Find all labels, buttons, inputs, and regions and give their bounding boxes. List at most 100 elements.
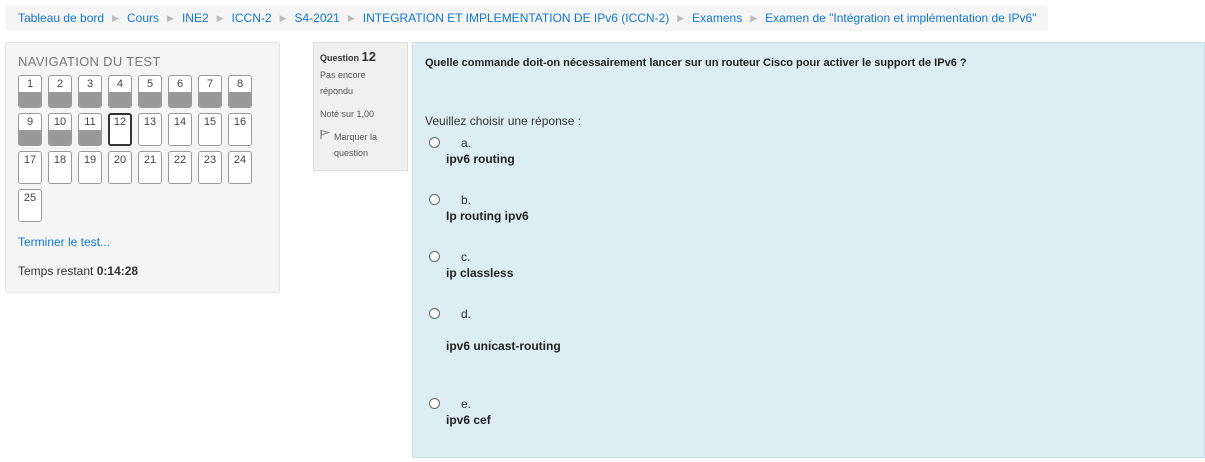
question-nav-number: 8 xyxy=(236,78,244,90)
question-nav-button[interactable]: 10 xyxy=(48,113,72,146)
question-text: Quelle commande doit-on nécessairement l… xyxy=(425,57,967,69)
question-nav-number: 16 xyxy=(233,116,247,128)
answer-letter: d. xyxy=(461,307,472,321)
question-nav-number: 14 xyxy=(173,116,187,128)
question-nav-status xyxy=(139,168,161,183)
question-nav-button[interactable]: 13 xyxy=(138,113,162,146)
question-number-value: 12 xyxy=(361,49,376,64)
question-nav-number: 3 xyxy=(86,78,94,90)
question-nav-button[interactable]: 19 xyxy=(78,151,102,184)
flag-icon xyxy=(320,129,334,161)
breadcrumb-separator-icon: ▶ xyxy=(112,12,119,23)
breadcrumb-item-course[interactable]: INTEGRATION ET IMPLEMENTATION DE IPv6 (I… xyxy=(363,11,669,25)
answer-radio[interactable] xyxy=(429,137,440,148)
question-nav-button[interactable]: 14 xyxy=(168,113,192,146)
answer-text[interactable]: ipv6 routing xyxy=(446,152,515,166)
question-content: Quelle commande doit-on nécessairement l… xyxy=(412,42,1205,458)
question-nav-button[interactable]: 9 xyxy=(18,113,42,146)
question-nav-status xyxy=(229,130,251,145)
question-nav-status xyxy=(79,92,101,107)
question-nav-button[interactable]: 5 xyxy=(138,75,162,108)
question-nav-button[interactable]: 18 xyxy=(48,151,72,184)
question-label: Question xyxy=(320,53,360,63)
question-nav-button[interactable]: 6 xyxy=(168,75,192,108)
answer-radio[interactable] xyxy=(429,251,440,262)
question-info: Question 12 Pas encore répondu Noté sur … xyxy=(313,42,408,171)
question-nav-status xyxy=(49,92,71,107)
question-nav-status xyxy=(229,92,251,107)
answer-text[interactable]: Ip routing ipv6 xyxy=(446,209,529,223)
question-nav-number: 19 xyxy=(83,154,97,166)
question-nav-number: 15 xyxy=(203,116,217,128)
question-nav-status xyxy=(139,92,161,107)
question-nav-status xyxy=(19,92,41,107)
answer-letter: a. xyxy=(461,136,472,150)
question-nav-button[interactable]: 22 xyxy=(168,151,192,184)
question-nav-status xyxy=(199,92,221,107)
question-nav-status xyxy=(79,130,101,145)
question-nav-number: 10 xyxy=(53,116,67,128)
question-nav-status xyxy=(169,92,191,107)
breadcrumb-separator-icon: ▶ xyxy=(347,12,355,23)
breadcrumb-item-courses[interactable]: Cours xyxy=(127,11,159,25)
question-nav-status xyxy=(79,168,101,183)
question-nav-number: 1 xyxy=(26,78,34,90)
question-nav-button[interactable]: 16 xyxy=(228,113,252,146)
flag-question-toggle[interactable]: Marquer la question xyxy=(320,129,401,161)
question-nav-number: 18 xyxy=(53,154,67,166)
question-nav-button[interactable]: 8 xyxy=(228,75,252,108)
flag-question-label: Marquer la question xyxy=(334,132,378,158)
question-nav-number: 11 xyxy=(84,116,96,128)
question-nav-status xyxy=(199,130,221,145)
question-nav-button[interactable]: 11 xyxy=(78,113,102,146)
question-nav-button[interactable]: 17 xyxy=(18,151,42,184)
answer-text[interactable]: ipv6 cef xyxy=(446,413,491,427)
time-remaining-label: Temps restant xyxy=(18,264,94,278)
question-nav-button[interactable]: 25 xyxy=(18,189,42,222)
question-nav-number: 25 xyxy=(23,192,37,204)
finish-attempt-link[interactable]: Terminer le test... xyxy=(18,235,110,249)
answer-text[interactable]: ipv6 unicast-routing xyxy=(446,339,561,353)
breadcrumb-item-dashboard[interactable]: Tableau de bord xyxy=(18,11,104,25)
answer-radio[interactable] xyxy=(429,194,440,205)
question-nav-status xyxy=(49,168,71,183)
question-nav-number: 17 xyxy=(23,154,37,166)
question-nav-status xyxy=(109,168,131,183)
question-nav-status xyxy=(229,168,251,183)
answer-radio[interactable] xyxy=(429,398,440,409)
question-nav-button[interactable]: 1 xyxy=(18,75,42,108)
answer-text[interactable]: ip classless xyxy=(446,266,513,280)
question-nav-number: 7 xyxy=(206,78,214,90)
breadcrumb-item-iccn2[interactable]: ICCN-2 xyxy=(232,11,272,25)
question-state: Pas encore répondu xyxy=(320,70,366,96)
question-nav-button[interactable]: 4 xyxy=(108,75,132,108)
question-nav-button[interactable]: 23 xyxy=(198,151,222,184)
question-nav-number: 20 xyxy=(113,154,127,166)
breadcrumb-item-ine2[interactable]: INE2 xyxy=(182,11,209,25)
question-nav-button[interactable]: 20 xyxy=(108,151,132,184)
breadcrumb-separator-icon: ▶ xyxy=(677,12,685,23)
breadcrumb-item-exams[interactable]: Examens xyxy=(692,11,742,25)
question-nav-button[interactable]: 15 xyxy=(198,113,222,146)
breadcrumb-item-semester[interactable]: S4-2021 xyxy=(294,11,339,25)
answer-radio[interactable] xyxy=(429,308,440,319)
breadcrumb-separator-icon: ▶ xyxy=(167,12,174,23)
breadcrumb-item-exam[interactable]: Examen de "Intégration et implémentation… xyxy=(765,11,1036,25)
question-nav-number: 23 xyxy=(203,154,217,166)
question-nav-status xyxy=(169,168,191,183)
quiz-navigation-title: NAVIGATION DU TEST xyxy=(18,54,161,69)
time-remaining-value: 0:14:28 xyxy=(96,264,139,278)
question-nav-status xyxy=(19,168,41,183)
question-nav-button[interactable]: 2 xyxy=(48,75,72,108)
question-nav-number: 22 xyxy=(173,154,187,166)
question-nav-button[interactable]: 3 xyxy=(78,75,102,108)
question-nav-number: 5 xyxy=(146,78,154,90)
question-nav-button[interactable]: 21 xyxy=(138,151,162,184)
question-nav-button[interactable]: 24 xyxy=(228,151,252,184)
question-nav-button[interactable]: 12 xyxy=(108,113,132,146)
question-nav-number: 4 xyxy=(116,78,124,90)
breadcrumb: Tableau de bord ▶ Cours ▶ INE2 ▶ ICCN-2 … xyxy=(6,5,1049,31)
question-nav-button[interactable]: 7 xyxy=(198,75,222,108)
question-nav-number: 13 xyxy=(143,116,157,128)
breadcrumb-separator-icon: ▶ xyxy=(750,12,758,23)
